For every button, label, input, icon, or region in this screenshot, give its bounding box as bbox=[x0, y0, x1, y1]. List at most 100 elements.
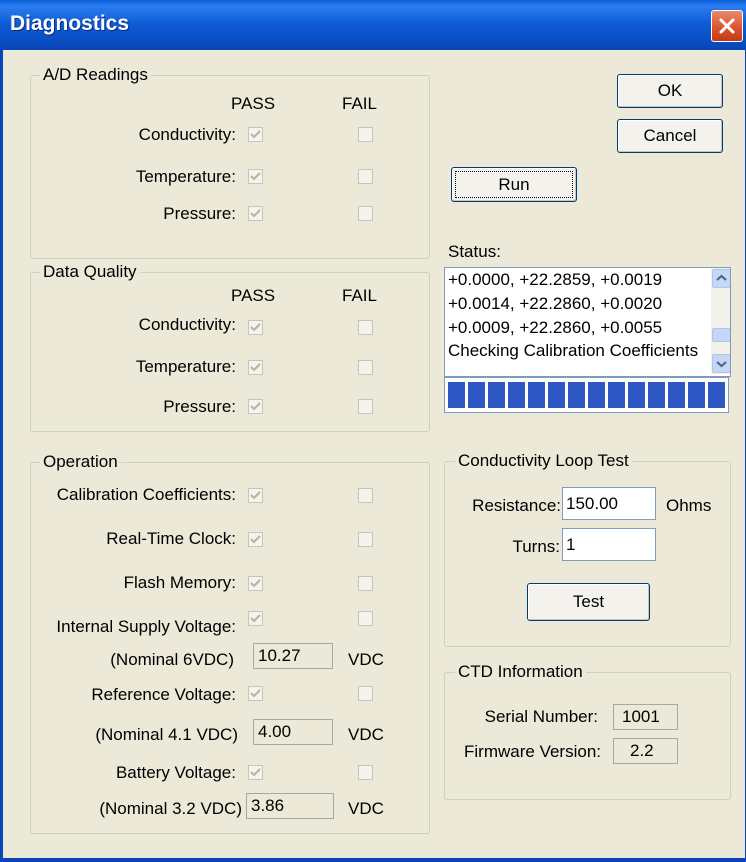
pass-checkbox[interactable] bbox=[248, 532, 263, 547]
progress-segment bbox=[508, 382, 525, 408]
check-icon bbox=[250, 614, 261, 623]
check-icon bbox=[250, 689, 261, 698]
fail-checkbox[interactable] bbox=[358, 488, 373, 503]
scroll-down-button[interactable] bbox=[712, 354, 730, 373]
run-button[interactable]: Run bbox=[451, 167, 577, 202]
check-icon bbox=[250, 130, 261, 139]
fail-checkbox[interactable] bbox=[358, 169, 373, 184]
row-label: Pressure: bbox=[163, 397, 236, 416]
pass-checkbox[interactable] bbox=[248, 320, 263, 335]
progress-segment bbox=[568, 382, 585, 408]
firmware-version-label: Firmware Version: bbox=[464, 742, 601, 761]
fail-checkbox[interactable] bbox=[358, 360, 373, 375]
pass-checkbox[interactable] bbox=[248, 399, 263, 414]
fail-checkbox[interactable] bbox=[358, 686, 373, 701]
window-title: Diagnostics bbox=[10, 12, 130, 35]
progress-bar bbox=[444, 377, 729, 413]
status-line: +0.0000, +22.2859, +0.0019 bbox=[448, 270, 663, 289]
progress-segment bbox=[628, 382, 645, 408]
progress-segment bbox=[528, 382, 545, 408]
pass-checkbox[interactable] bbox=[248, 765, 263, 780]
progress-segment bbox=[488, 382, 505, 408]
status-list[interactable]: +0.0000, +22.2859, +0.0019 +0.0014, +22.… bbox=[444, 267, 731, 377]
close-button[interactable] bbox=[711, 10, 743, 42]
check-icon bbox=[250, 363, 261, 372]
scroll-thumb[interactable] bbox=[712, 328, 730, 342]
row-label: Flash Memory: bbox=[123, 573, 236, 592]
row-label: Temperature: bbox=[135, 357, 236, 376]
pass-checkbox[interactable] bbox=[248, 169, 263, 184]
fail-header: FAIL bbox=[342, 94, 377, 113]
row-label: Conductivity: bbox=[138, 125, 236, 144]
check-icon bbox=[250, 535, 261, 544]
fail-checkbox[interactable] bbox=[358, 532, 373, 547]
pass-checkbox[interactable] bbox=[248, 686, 263, 701]
status-label: Status: bbox=[448, 242, 501, 261]
close-icon bbox=[719, 18, 735, 34]
nominal-label: (Nominal 3.2 VDC) bbox=[99, 799, 242, 818]
group-label: CTD Information bbox=[455, 662, 586, 682]
resistance-label: Resistance: bbox=[472, 496, 561, 515]
row-label: Pressure: bbox=[163, 204, 236, 223]
pass-checkbox[interactable] bbox=[248, 576, 263, 591]
pass-checkbox[interactable] bbox=[248, 127, 263, 142]
fail-checkbox[interactable] bbox=[358, 320, 373, 335]
check-icon bbox=[250, 768, 261, 777]
nominal-label: (Nominal 6VDC) bbox=[110, 650, 234, 669]
internal-supply-voltage-value: 10.27 bbox=[253, 643, 333, 669]
row-label: Real-Time Clock: bbox=[106, 529, 236, 548]
ok-button[interactable]: OK bbox=[617, 74, 723, 108]
turns-label: Turns: bbox=[512, 537, 560, 556]
fail-checkbox[interactable] bbox=[358, 127, 373, 142]
nominal-label: (Nominal 4.1 VDC) bbox=[95, 725, 238, 744]
group-label: Operation bbox=[40, 452, 121, 472]
fail-checkbox[interactable] bbox=[358, 765, 373, 780]
row-label: Internal Supply Voltage: bbox=[56, 617, 236, 636]
resistance-unit: Ohms bbox=[666, 496, 712, 515]
unit-label: VDC bbox=[348, 650, 384, 669]
turns-input[interactable]: 1 bbox=[562, 528, 656, 561]
pass-header: PASS bbox=[231, 286, 276, 305]
progress-segment bbox=[708, 382, 725, 408]
serial-number-value: 1001 bbox=[613, 704, 678, 730]
reference-voltage-value: 4.00 bbox=[253, 719, 333, 745]
row-label: Battery Voltage: bbox=[115, 763, 236, 782]
fail-checkbox[interactable] bbox=[358, 206, 373, 221]
check-icon bbox=[250, 402, 261, 411]
row-label: Reference Voltage: bbox=[91, 685, 236, 704]
pass-checkbox[interactable] bbox=[248, 360, 263, 375]
fail-checkbox[interactable] bbox=[358, 611, 373, 626]
progress-segment bbox=[648, 382, 665, 408]
cancel-button[interactable]: Cancel bbox=[617, 119, 723, 153]
status-line: Checking Calibration Coefficients bbox=[448, 341, 699, 360]
pass-checkbox[interactable] bbox=[248, 488, 263, 503]
progress-segment bbox=[688, 382, 705, 408]
unit-label: VDC bbox=[348, 725, 384, 744]
ctd-information-group: CTD Information bbox=[444, 662, 731, 800]
group-label: A/D Readings bbox=[40, 65, 151, 85]
pass-checkbox[interactable] bbox=[248, 611, 263, 626]
progress-segment bbox=[468, 382, 485, 408]
fail-header: FAIL bbox=[342, 286, 377, 305]
progress-segment bbox=[588, 382, 605, 408]
fail-checkbox[interactable] bbox=[358, 576, 373, 591]
test-button[interactable]: Test bbox=[527, 583, 650, 621]
status-line: +0.0014, +22.2860, +0.0020 bbox=[448, 294, 663, 313]
pass-checkbox[interactable] bbox=[248, 206, 263, 221]
firmware-version-value: 2.2 bbox=[613, 738, 678, 764]
check-icon bbox=[250, 323, 261, 332]
status-scrollbar[interactable] bbox=[711, 268, 730, 374]
progress-segment bbox=[548, 382, 565, 408]
fail-checkbox[interactable] bbox=[358, 399, 373, 414]
scroll-up-button[interactable] bbox=[712, 269, 730, 288]
progress-segment bbox=[448, 382, 465, 408]
check-icon bbox=[250, 491, 261, 500]
group-label: Data Quality bbox=[40, 262, 140, 282]
resistance-input[interactable]: 150.00 bbox=[562, 487, 656, 520]
group-label: Conductivity Loop Test bbox=[455, 451, 632, 471]
pass-header: PASS bbox=[231, 94, 276, 113]
row-label: Calibration Coefficients: bbox=[56, 485, 236, 504]
check-icon bbox=[250, 209, 261, 218]
check-icon bbox=[250, 579, 261, 588]
chevron-up-icon bbox=[716, 274, 727, 281]
